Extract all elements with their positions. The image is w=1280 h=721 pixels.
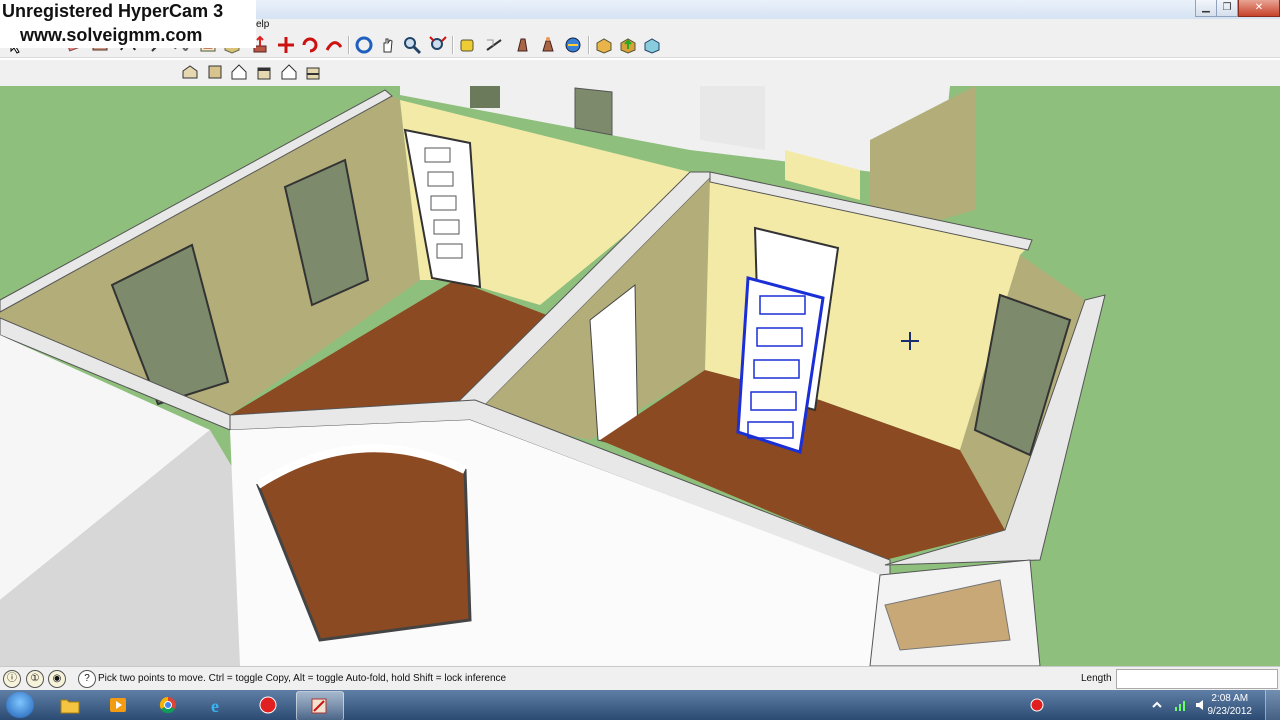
status-bar: ⓘ ① ◉ ? Pick two points to move. Ctrl = … [0, 666, 1280, 691]
minimize-icon[interactable]: ▁ [1195, 0, 1217, 17]
watermark-url: www.solveigmm.com [20, 25, 203, 45]
iso-view-icon[interactable] [180, 62, 200, 82]
clock-time: 2:08 AM [1211, 693, 1249, 704]
position-camera-icon[interactable] [563, 35, 583, 55]
system-clock[interactable]: 2:08 AM 9/23/2012 [1208, 692, 1253, 718]
drawing-viewport[interactable] [0, 86, 1280, 666]
folder-icon [60, 699, 80, 714]
photo-textures-icon[interactable] [642, 35, 662, 55]
get-models-icon[interactable] [594, 35, 614, 55]
toolbar-separator [588, 36, 590, 54]
toolbar-separator [452, 36, 454, 54]
show-desktop-button[interactable] [1265, 690, 1280, 720]
help-icon[interactable]: ? [78, 670, 96, 688]
record-icon [259, 696, 277, 714]
taskbar-media-player[interactable] [96, 691, 142, 719]
taskbar-windows-explorer[interactable] [48, 691, 94, 719]
taskbar-sketchup[interactable] [296, 691, 344, 721]
taskbar-internet-explorer[interactable]: e [196, 691, 242, 719]
zoom-extents-icon[interactable] [428, 35, 448, 55]
tape-measure-icon[interactable] [458, 35, 478, 55]
geo-location-icon[interactable]: ⓘ [3, 670, 21, 688]
chrome-icon [159, 696, 176, 714]
dimension-icon[interactable] [484, 35, 504, 55]
sketchup-icon [311, 698, 327, 714]
right-view-icon[interactable] [254, 62, 274, 82]
chevron-up-icon[interactable] [1150, 698, 1164, 712]
status-hint-text: Pick two points to move. Ctrl = toggle C… [98, 673, 507, 684]
move-icon[interactable] [276, 35, 296, 55]
svg-text:e: e [211, 696, 219, 714]
credits-icon[interactable]: ① [26, 670, 44, 688]
rotate-icon[interactable] [300, 35, 320, 55]
zoom-icon[interactable] [402, 35, 422, 55]
menu-help[interactable]: elp [256, 19, 269, 30]
orbit-icon[interactable] [354, 35, 374, 55]
share-model-icon[interactable] [618, 35, 638, 55]
toolbar-separator [348, 36, 350, 54]
views-toolbar [0, 60, 1280, 86]
windows-taskbar: e 2:08 AM 9/23/2012 [0, 690, 1280, 721]
top-view-icon[interactable] [205, 62, 225, 82]
recorder-watermark: Unregistered HyperCam 3 www.solveigmm.co… [0, 0, 256, 48]
media-player-icon [110, 698, 126, 712]
front-view-icon[interactable] [229, 62, 249, 82]
network-icon[interactable] [1174, 698, 1188, 712]
pan-icon[interactable] [378, 35, 398, 55]
measurements-input[interactable] [1116, 669, 1278, 689]
user-icon[interactable]: ◉ [48, 670, 66, 688]
hypercam-tray-icon[interactable] [1030, 698, 1044, 712]
watermark-title: Unregistered HyperCam 3 [2, 1, 224, 21]
start-button[interactable] [6, 692, 34, 718]
follow-me-icon[interactable] [324, 35, 344, 55]
internet-explorer-icon: e [211, 696, 219, 714]
volume-icon[interactable] [1194, 698, 1208, 712]
look-around-icon[interactable] [538, 35, 558, 55]
close-icon[interactable]: ✕ [1238, 0, 1280, 17]
walk-icon[interactable] [512, 35, 532, 55]
taskbar-chrome[interactable] [146, 691, 192, 719]
clock-date: 9/23/2012 [1207, 706, 1253, 717]
measurements-label: Length [1081, 673, 1112, 684]
restore-icon[interactable]: ❐ [1216, 0, 1238, 17]
taskbar-hypercam[interactable] [246, 691, 292, 719]
back-view-icon[interactable] [279, 62, 299, 82]
house-interior-model [0, 86, 1280, 666]
left-view-icon[interactable] [303, 62, 323, 82]
